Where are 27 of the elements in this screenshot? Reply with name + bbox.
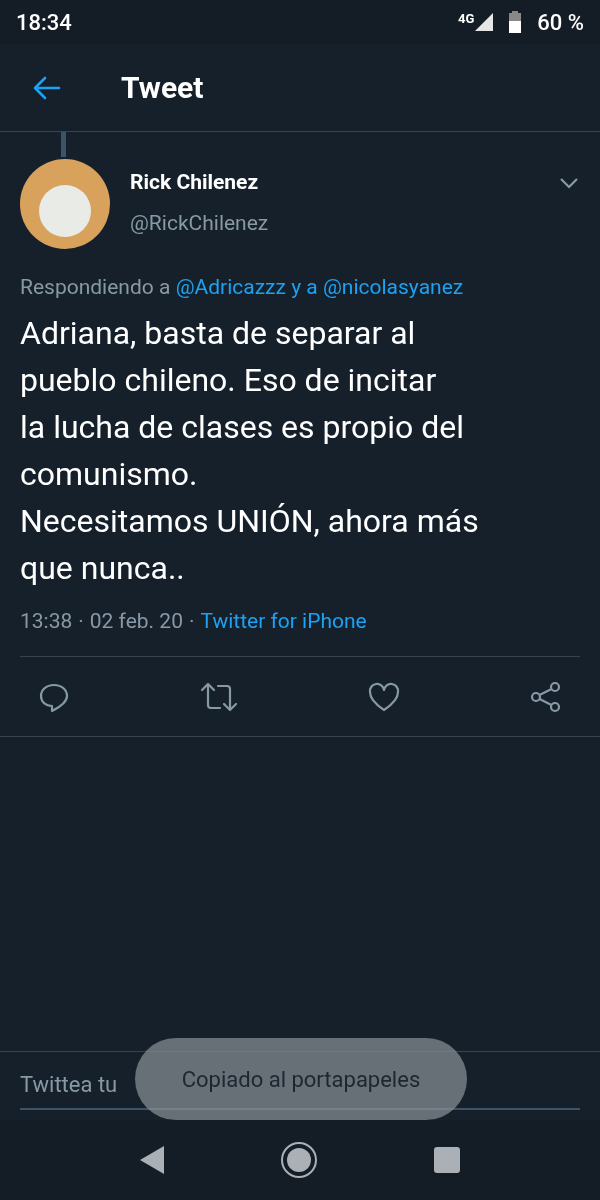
network-label: 4G bbox=[458, 10, 475, 28]
author-name[interactable]: Rick Chilenez bbox=[130, 169, 269, 195]
author-handle[interactable]: @RickChilenez bbox=[130, 209, 269, 237]
back-arrow-icon bbox=[33, 75, 61, 100]
share-icon[interactable] bbox=[530, 680, 562, 713]
toast: Copiado al portapapeles bbox=[135, 1038, 467, 1120]
mention-link[interactable]: @nicolasyanez bbox=[322, 275, 464, 299]
tweet-date: 02 feb. 20 bbox=[89, 608, 183, 635]
joiner-text: y a bbox=[291, 275, 318, 299]
nav-home-icon[interactable] bbox=[280, 1141, 318, 1179]
tweet-text: Adriana, basta de separar al pueblo chileno. Eso de incitar la lucha de clases es propio del comunismo. Necesitamos UNIÓN, ahora más que nunca.. bbox=[20, 313, 480, 589]
battery-icon bbox=[509, 11, 522, 33]
battery-percent: 60 % bbox=[537, 8, 584, 37]
avatar[interactable] bbox=[20, 159, 110, 249]
status-time: 18:34 bbox=[16, 8, 72, 37]
page-title: Tweet bbox=[121, 69, 204, 107]
source-link[interactable]: Twitter for iPhone bbox=[200, 606, 367, 636]
signal-icon bbox=[475, 13, 494, 31]
heart-icon[interactable] bbox=[368, 681, 400, 712]
chevron-down-icon[interactable] bbox=[559, 177, 579, 189]
replying-label: Respondiendo a bbox=[20, 275, 171, 299]
separator-dot: · bbox=[78, 608, 84, 635]
nav-back-icon[interactable] bbox=[140, 1146, 164, 1174]
retweet-icon[interactable] bbox=[200, 680, 238, 713]
separator-dot: · bbox=[188, 608, 195, 635]
tweet-time: 13:38 bbox=[20, 608, 73, 635]
mention-link[interactable]: @Adricazzz bbox=[175, 275, 286, 299]
